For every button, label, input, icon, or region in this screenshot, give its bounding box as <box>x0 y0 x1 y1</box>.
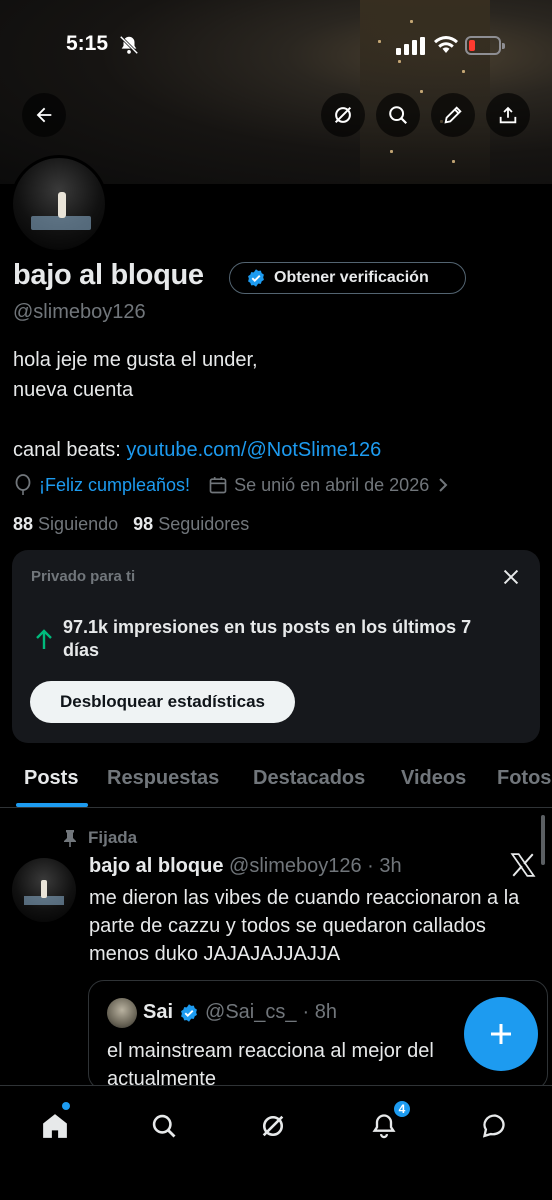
pinned-label: Fijada <box>62 828 137 848</box>
battery-icon <box>465 36 505 55</box>
search-icon <box>152 1114 176 1138</box>
share-icon <box>499 106 517 124</box>
profile-tabs: Posts Respuestas Destacados Videos Fotos <box>0 758 552 808</box>
notifications-badge: 4 <box>392 1099 412 1119</box>
active-tab-indicator <box>16 803 88 807</box>
search-icon <box>389 106 408 125</box>
quote-avatar <box>107 998 137 1028</box>
followers-label: Seguidores <box>158 514 250 534</box>
x-logo-icon[interactable] <box>510 852 536 878</box>
calendar-icon <box>209 477 227 494</box>
get-verified-label: Obtener verificación <box>274 269 429 286</box>
bell-muted-icon <box>119 35 139 55</box>
grok-icon <box>262 1115 284 1137</box>
bio-prefix: canal beats: <box>13 439 127 461</box>
close-icon[interactable] <box>500 566 522 588</box>
back-button[interactable] <box>22 93 66 137</box>
bell-icon <box>372 1114 396 1139</box>
impressions-stat: 97.1k impresiones en tus posts en los úl… <box>63 617 472 660</box>
tab-posts[interactable]: Posts <box>24 767 78 790</box>
card-heading: Privado para ti <box>31 568 136 585</box>
grok-button[interactable] <box>321 93 365 137</box>
quote-author: Sai <box>143 1001 174 1023</box>
status-time: 5:15 <box>66 32 109 55</box>
post-text: me dieron las vibes de cuando reaccionar… <box>89 887 520 965</box>
tab-photos[interactable]: Fotos <box>497 767 551 790</box>
pin-icon <box>64 830 76 847</box>
tab-videos[interactable]: Videos <box>401 767 466 790</box>
post-avatar[interactable] <box>12 858 76 922</box>
post-time: · 3h <box>367 855 402 877</box>
home-unread-dot <box>62 1102 70 1110</box>
tab-replies[interactable]: Respuestas <box>107 767 219 790</box>
arrow-left-icon <box>36 107 52 123</box>
bottom-navigation: 4 <box>0 1085 552 1200</box>
edit-button[interactable] <box>431 93 475 137</box>
following-link[interactable]: 88 Siguiendo <box>13 514 118 534</box>
followers-link[interactable]: 98 Seguidores <box>133 514 249 534</box>
quote-header: Sai @Sai_cs_ · 8h <box>143 1001 337 1024</box>
nav-home[interactable] <box>33 1104 77 1148</box>
birthday-link[interactable]: ¡Feliz cumpleaños! <box>39 475 190 496</box>
search-button[interactable] <box>376 93 420 137</box>
balloon-icon <box>15 474 31 495</box>
wifi-icon <box>434 36 458 53</box>
post-author[interactable]: bajo al bloque <box>89 855 223 877</box>
post-handle: @slimeboy126 <box>229 855 362 877</box>
following-label: Siguiendo <box>38 514 119 534</box>
bio-line-3: canal beats: youtube.com/@NotSlime126 <box>13 439 381 462</box>
chat-bubble-icon <box>482 1114 505 1138</box>
nav-grok[interactable] <box>251 1104 295 1148</box>
cell-signal-icon <box>396 37 425 55</box>
followers-count: 98 <box>133 514 154 534</box>
private-insights-card: Privado para ti 97.1k impresiones en tus… <box>12 550 540 743</box>
nav-messages[interactable] <box>473 1104 517 1148</box>
joined-date: Se unió en abril de 2026 <box>234 474 430 495</box>
profile-handle: @slimeboy126 <box>13 301 146 323</box>
chevron-right-icon[interactable] <box>435 476 451 494</box>
profile-meta: ¡Feliz cumpleaños! Se unió en abril de 2… <box>13 474 451 496</box>
profile-name: bajo al bloque <box>13 259 204 291</box>
tab-highlights[interactable]: Destacados <box>253 767 365 790</box>
plus-icon <box>491 1024 511 1044</box>
arrow-up-icon <box>36 629 52 649</box>
share-button[interactable] <box>486 93 530 137</box>
bio-line-1: hola jeje me gusta el under, <box>13 349 258 371</box>
pinned-text: Fijada <box>88 828 138 847</box>
nav-search[interactable] <box>142 1104 186 1148</box>
quote-handle: @Sai_cs_ <box>205 1001 297 1023</box>
unlock-stats-button[interactable]: Desbloquear estadísticas <box>30 681 295 723</box>
verified-badge-icon <box>181 1003 197 1022</box>
get-verified-button[interactable]: Obtener verificación <box>229 262 466 294</box>
pencil-icon <box>444 106 462 124</box>
post-header: bajo al bloque @slimeboy126 · 3h <box>89 855 402 878</box>
following-count: 88 <box>13 514 34 534</box>
bio-line-2: nueva cuenta <box>13 379 134 401</box>
status-bar: 5:15 <box>0 28 552 64</box>
grok-icon <box>334 106 352 124</box>
profile-avatar[interactable] <box>10 155 108 253</box>
verified-badge-icon <box>248 269 264 287</box>
bio-youtube-link[interactable]: youtube.com/@NotSlime126 <box>126 439 381 461</box>
follow-counts: 88 Siguiendo 98 Seguidores <box>13 514 249 535</box>
home-icon <box>43 1114 67 1138</box>
compose-button[interactable] <box>464 997 538 1071</box>
scrollbar[interactable] <box>541 815 545 865</box>
quote-time: · 8h <box>302 1001 337 1023</box>
